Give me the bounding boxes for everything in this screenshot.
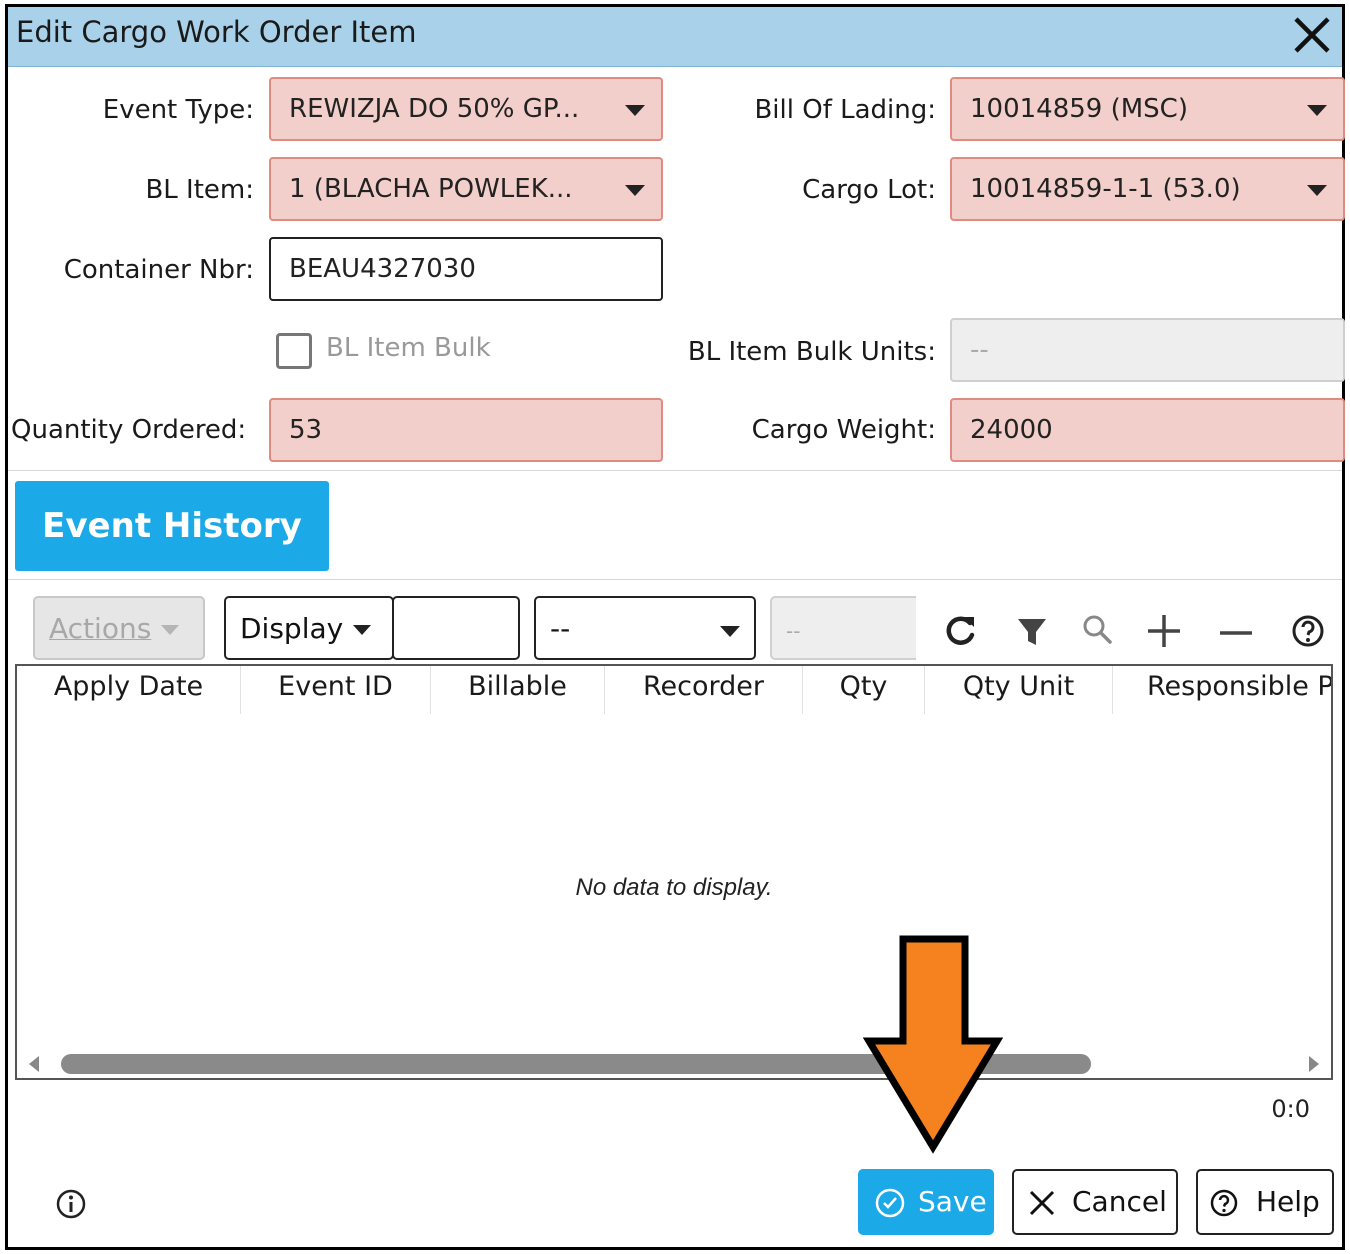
display-input[interactable] bbox=[392, 596, 520, 660]
event-type-select[interactable]: REWIZJA DO 50% GP... bbox=[269, 77, 663, 141]
bl-item-bulk-units-value: -- bbox=[970, 335, 989, 365]
dialog-title: Edit Cargo Work Order Item bbox=[16, 15, 417, 49]
info-icon[interactable] bbox=[54, 1187, 88, 1221]
bl-item-label: BL Item: bbox=[145, 175, 254, 205]
cargo-lot-value: 10014859-1-1 (53.0) bbox=[970, 174, 1241, 204]
chevron-down-icon bbox=[625, 105, 645, 116]
save-button[interactable]: Save bbox=[858, 1169, 994, 1235]
scroll-right-icon[interactable] bbox=[1309, 1056, 1319, 1072]
horizontal-scrollbar[interactable] bbox=[17, 1050, 1331, 1078]
bl-item-value: 1 (BLACHA POWLEK... bbox=[289, 174, 573, 204]
bl-item-bulk-units-input: -- bbox=[950, 318, 1345, 382]
filter-value-input: -- bbox=[770, 596, 916, 660]
tab-event-history[interactable]: Event History bbox=[15, 481, 329, 571]
record-counter: 0:0 bbox=[1271, 1095, 1310, 1123]
chevron-down-icon bbox=[161, 625, 180, 635]
cargo-lot-label: Cargo Lot: bbox=[802, 175, 936, 205]
bl-item-bulk-units-label: BL Item Bulk Units: bbox=[687, 337, 936, 367]
container-nbr-value: BEAU4327030 bbox=[289, 254, 476, 284]
empty-message: No data to display. bbox=[575, 874, 773, 901]
bl-item-select[interactable]: 1 (BLACHA POWLEK... bbox=[269, 157, 663, 221]
column-header-billable[interactable]: Billable bbox=[431, 666, 605, 714]
column-header-qty-unit[interactable]: Qty Unit bbox=[925, 666, 1113, 714]
check-circle-icon bbox=[875, 1188, 905, 1218]
help-button[interactable]: Help bbox=[1196, 1169, 1334, 1235]
quantity-ordered-value: 53 bbox=[289, 415, 323, 445]
container-nbr-label: Container Nbr: bbox=[63, 255, 254, 285]
column-header-qty[interactable]: Qty bbox=[803, 666, 925, 714]
close-icon[interactable] bbox=[1290, 13, 1334, 57]
cargo-weight-input[interactable]: 24000 bbox=[950, 398, 1345, 462]
cargo-weight-label: Cargo Weight: bbox=[751, 415, 936, 445]
bill-of-lading-label: Bill Of Lading: bbox=[754, 95, 936, 125]
scroll-left-icon[interactable] bbox=[29, 1056, 39, 1072]
chevron-down-icon bbox=[1307, 105, 1327, 116]
event-type-label: Event Type: bbox=[102, 95, 254, 125]
bill-of-lading-select[interactable]: 10014859 (MSC) bbox=[950, 77, 1345, 141]
cargo-lot-select[interactable]: 10014859-1-1 (53.0) bbox=[950, 157, 1345, 221]
bl-item-bulk-label: BL Item Bulk bbox=[326, 333, 491, 363]
cargo-weight-value: 24000 bbox=[970, 415, 1053, 445]
save-label: Save bbox=[918, 1185, 987, 1218]
add-icon[interactable] bbox=[1144, 611, 1184, 651]
event-history-grid: Apply Date Event ID Billable Recorder Qt… bbox=[15, 664, 1333, 1080]
edit-cargo-work-order-dialog: Edit Cargo Work Order Item Event Type: R… bbox=[5, 4, 1345, 1250]
annotation-arrow-down-icon bbox=[863, 935, 1003, 1154]
tab-divider bbox=[8, 579, 1342, 580]
close-icon bbox=[1029, 1190, 1055, 1216]
quantity-ordered-label: Quantity Ordered: bbox=[11, 415, 247, 445]
bl-item-bulk-checkbox[interactable] bbox=[276, 333, 312, 369]
chevron-down-icon bbox=[720, 626, 740, 637]
display-label: Display bbox=[240, 612, 344, 645]
container-nbr-input[interactable]: BEAU4327030 bbox=[269, 237, 663, 301]
filter-icon[interactable] bbox=[1012, 611, 1052, 651]
search-icon[interactable] bbox=[1078, 611, 1118, 651]
column-header-recorder[interactable]: Recorder bbox=[605, 666, 803, 714]
event-type-value: REWIZJA DO 50% GP... bbox=[289, 94, 580, 124]
column-header-responsible-party[interactable]: Responsible P bbox=[1113, 666, 1331, 714]
help-label: Help bbox=[1256, 1185, 1320, 1218]
cancel-button[interactable]: Cancel bbox=[1012, 1169, 1178, 1235]
column-header-apply-date[interactable]: Apply Date bbox=[17, 666, 241, 714]
display-button[interactable]: Display bbox=[224, 596, 394, 660]
remove-icon[interactable] bbox=[1216, 611, 1256, 651]
actions-button[interactable]: Actions bbox=[33, 596, 205, 660]
quantity-ordered-input[interactable]: 53 bbox=[269, 398, 663, 462]
refresh-icon[interactable] bbox=[940, 611, 980, 651]
help-circle-icon[interactable] bbox=[1288, 611, 1328, 651]
filter-value-text: -- bbox=[786, 619, 801, 643]
actions-label: Actions bbox=[49, 612, 152, 645]
filter-select-value: -- bbox=[550, 612, 571, 645]
dialog-titlebar: Edit Cargo Work Order Item bbox=[8, 7, 1342, 67]
column-header-event-id[interactable]: Event ID bbox=[241, 666, 431, 714]
chevron-down-icon bbox=[625, 185, 645, 196]
cancel-label: Cancel bbox=[1072, 1185, 1167, 1218]
form-divider bbox=[8, 470, 1342, 471]
chevron-down-icon bbox=[1307, 185, 1327, 196]
help-circle-icon bbox=[1210, 1189, 1238, 1217]
bill-of-lading-value: 10014859 (MSC) bbox=[970, 94, 1188, 124]
filter-select[interactable]: -- bbox=[534, 596, 756, 660]
chevron-down-icon bbox=[353, 625, 372, 635]
